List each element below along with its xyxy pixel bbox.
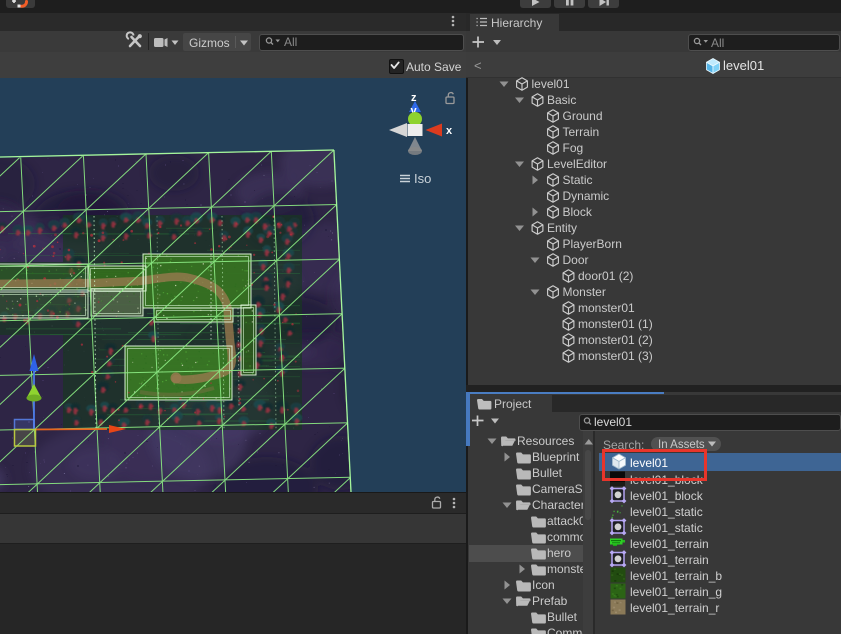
svg-text:x: x xyxy=(446,125,453,137)
svg-text:z: z xyxy=(411,92,417,104)
svg-text:Iso: Iso xyxy=(414,171,431,186)
